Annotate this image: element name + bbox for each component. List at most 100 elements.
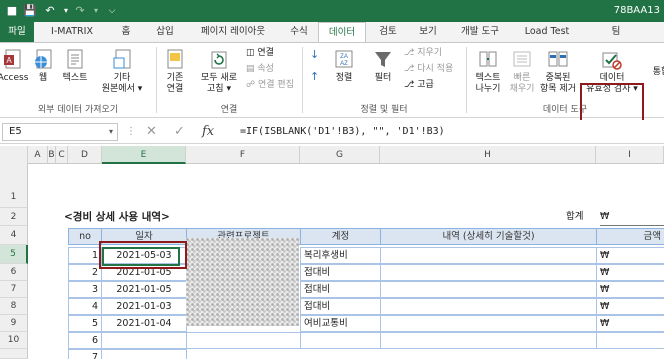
header-account[interactable]: 계정	[300, 228, 381, 245]
cell-project[interactable]	[186, 332, 301, 349]
column-header-f[interactable]: F	[186, 146, 300, 164]
cell-amount[interactable]: ₩	[596, 298, 664, 315]
cell-description[interactable]	[380, 298, 597, 315]
row-header-9[interactable]: 9	[0, 315, 28, 332]
customize-qat-icon[interactable]: ⌵	[104, 3, 120, 19]
properties-button[interactable]: ▤ 속성	[246, 63, 274, 75]
cell-amount[interactable]: ₩	[596, 315, 664, 332]
header-no[interactable]: no	[68, 228, 102, 245]
sort-button[interactable]: ZA AZ 정렬	[326, 49, 362, 84]
sort-ascending-button[interactable]: ↓	[310, 49, 319, 61]
tab-file[interactable]: 파일	[0, 22, 34, 42]
tab-developer[interactable]: 개발 도구	[452, 22, 508, 42]
sort-descending-button[interactable]: ↑	[310, 71, 319, 83]
save-icon[interactable]: 💾	[22, 3, 38, 19]
tab-team[interactable]: 팀	[604, 22, 628, 42]
cell-date[interactable]	[101, 332, 187, 349]
cell-amount[interactable]: ₩	[596, 281, 664, 298]
tab-formulas[interactable]: 수식	[282, 22, 316, 42]
redo-icon[interactable]: ↷	[72, 3, 88, 19]
cell-description[interactable]	[380, 315, 597, 332]
cell-no[interactable]: 7	[68, 349, 102, 359]
select-all-corner[interactable]	[0, 146, 28, 164]
row-header-7[interactable]: 7	[0, 281, 28, 298]
column-header-a[interactable]: A	[28, 146, 48, 164]
cell-date[interactable]: 2021-01-05	[101, 281, 187, 298]
edit-links-button[interactable]: ☍ 연결 편집	[246, 79, 294, 91]
refresh-all-button[interactable]: 모두 새로 고침 ▾	[196, 49, 242, 95]
row-header-10[interactable]: 10	[0, 332, 28, 349]
cell-account[interactable]: 접대비	[300, 264, 381, 281]
tab-load-test[interactable]: Load Test	[516, 22, 578, 42]
row-header-1[interactable]: 1	[0, 164, 28, 208]
cell-description[interactable]	[380, 264, 597, 281]
cell-description[interactable]	[380, 281, 597, 298]
row-header-2[interactable]: 2	[0, 208, 28, 226]
row-header-6[interactable]: 6	[0, 264, 28, 281]
total-value[interactable]: ₩	[600, 208, 664, 226]
header-description[interactable]: 내역 (상세히 기술할것)	[380, 228, 597, 245]
column-header-h[interactable]: H	[380, 146, 596, 164]
filter-button[interactable]: 필터	[366, 49, 400, 84]
redo-dropdown-icon[interactable]: ▾	[88, 3, 104, 19]
cell-account[interactable]: 접대비	[300, 298, 381, 315]
cell-description[interactable]	[380, 247, 597, 264]
cell-no[interactable]: 6	[68, 332, 102, 349]
row-header-11[interactable]	[0, 349, 28, 359]
column-header-d[interactable]: D	[68, 146, 102, 164]
cancel-entry-icon[interactable]: ✕	[146, 124, 157, 140]
name-box[interactable]: E5 ▾	[2, 123, 118, 141]
undo-icon[interactable]: ↶	[42, 3, 58, 19]
cell-description[interactable]	[380, 332, 597, 349]
web-button[interactable]: 웹	[32, 49, 54, 84]
connections-button[interactable]: ◫ 연결	[246, 47, 274, 59]
confirm-entry-icon[interactable]: ✓	[174, 124, 185, 140]
row-header-8[interactable]: 8	[0, 298, 28, 315]
cell-date[interactable]	[101, 349, 187, 359]
cell-account[interactable]: 접대비	[300, 281, 381, 298]
total-label[interactable]: 합계	[566, 208, 583, 226]
active-cell-e5[interactable]	[102, 247, 180, 266]
cell-no[interactable]: 4	[68, 298, 102, 315]
reapply-filter-button[interactable]: ⎇ 다시 적용	[404, 63, 453, 75]
row-header-4[interactable]: 4	[0, 226, 28, 245]
remove-duplicates-button[interactable]: 중복된 항목 제거	[536, 49, 580, 95]
cell-no[interactable]: 1	[68, 247, 102, 264]
consolidate-button[interactable]: 통합	[646, 67, 664, 78]
column-header-e[interactable]: E	[102, 146, 186, 164]
cell-amount[interactable]: ₩	[596, 264, 664, 281]
other-sources-button[interactable]: 기타 원본에서 ▾	[100, 49, 144, 95]
cell-no[interactable]: 2	[68, 264, 102, 281]
header-amount[interactable]: 금액	[596, 228, 664, 245]
cell-no[interactable]: 5	[68, 315, 102, 332]
formula-input[interactable]: =IF(ISBLANK('D1'!B3), "", 'D1'!B3)	[234, 123, 662, 141]
cell-no[interactable]: 3	[68, 281, 102, 298]
tab-review[interactable]: 검토	[372, 22, 404, 42]
column-header-i[interactable]: I	[596, 146, 664, 164]
insert-function-icon[interactable]: fx	[202, 124, 214, 140]
column-header-c[interactable]: C	[56, 146, 68, 164]
access-button[interactable]: A Access	[0, 49, 30, 84]
from-text-button[interactable]: 텍스트	[58, 49, 92, 84]
tab-insert[interactable]: 삽입	[148, 22, 182, 42]
tab-view[interactable]: 보기	[412, 22, 444, 42]
cell-account[interactable]: 복리후생비	[300, 247, 381, 264]
advanced-filter-button[interactable]: ⎇ 고급	[404, 79, 434, 91]
existing-connections-button[interactable]: 기존 연결	[160, 49, 190, 95]
text-to-columns-button[interactable]: 텍스트 나누기	[468, 49, 508, 95]
row-header-5[interactable]: 5	[0, 245, 28, 264]
flash-fill-button[interactable]: 빠른 채우기	[504, 49, 540, 95]
cell-date[interactable]: 2021-01-04	[101, 315, 187, 332]
tab-page-layout[interactable]: 페이지 레이아웃	[190, 22, 276, 42]
tab-data[interactable]: 데이터	[318, 22, 366, 43]
tab-home[interactable]: 홈	[112, 22, 140, 42]
cell-amount[interactable]: ₩	[596, 247, 664, 264]
sheet-title[interactable]: <경비 상세 사용 내역>	[64, 208, 170, 226]
column-header-g[interactable]: G	[300, 146, 380, 164]
worksheet-grid[interactable]: A B C D E F G H I 1 2 4 5 6 7 8 9 10 <경비…	[0, 146, 664, 359]
tab-i-matrix[interactable]: I-MATRIX	[44, 22, 100, 42]
cell-amount[interactable]	[596, 332, 664, 349]
cell-date[interactable]: 2021-01-03	[101, 298, 187, 315]
clear-filter-button[interactable]: ⎇ 지우기	[404, 47, 442, 59]
cell-account[interactable]	[300, 332, 381, 349]
